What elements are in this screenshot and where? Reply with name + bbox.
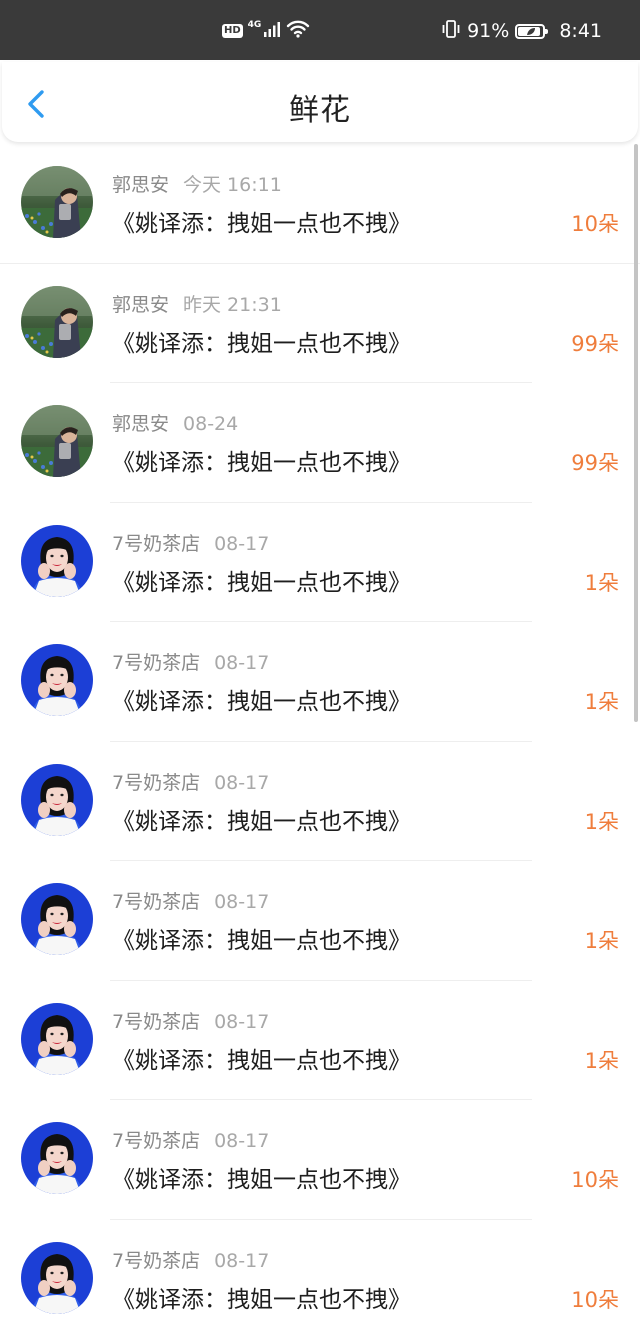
sender-name: 7号奶茶店 xyxy=(112,532,201,555)
clock: 8:41 xyxy=(559,20,602,42)
status-right-icons: 91% 8:41 xyxy=(441,18,602,44)
scrollbar[interactable] xyxy=(634,144,638,722)
list-item[interactable]: 7号奶茶店 08-17 《姚译添：拽姐一点也不拽》 1朵 xyxy=(0,742,640,861)
list-item[interactable]: 7号奶茶店 08-17 《姚译添：拽姐一点也不拽》 1朵 xyxy=(0,503,640,622)
avatar-portrait[interactable] xyxy=(21,763,93,836)
vibrate-icon xyxy=(441,19,461,44)
item-time: 08-24 xyxy=(183,413,239,435)
item-message: 《姚译添：拽姐一点也不拽》 xyxy=(112,569,411,596)
item-time: 08-17 xyxy=(214,532,270,555)
item-meta: 7号奶茶店 08-17 xyxy=(112,1007,269,1034)
item-message: 《姚译添：拽姐一点也不拽》 xyxy=(112,1286,411,1313)
item-meta: 郭思安 今天 16:11 xyxy=(112,170,282,197)
item-meta: 7号奶茶店 08-17 xyxy=(112,1246,269,1273)
flower-count: 10朵 xyxy=(571,1287,619,1312)
item-meta: 郭思安 08-24 xyxy=(112,409,238,436)
list-item[interactable]: 7号奶茶店 08-17 《姚译添：拽姐一点也不拽》 1朵 xyxy=(0,981,640,1100)
item-message: 《姚译添：拽姐一点也不拽》 xyxy=(112,1047,411,1074)
flower-count: 10朵 xyxy=(571,212,619,236)
page-title: 鲜花 xyxy=(289,93,351,128)
sender-name: 郭思安 xyxy=(112,413,170,435)
avatar-portrait[interactable] xyxy=(21,524,93,597)
avatar-portrait[interactable] xyxy=(21,1002,93,1075)
leaf-icon xyxy=(527,27,536,35)
item-message: 《姚译添：拽姐一点也不拽》 xyxy=(112,1167,411,1193)
flower-record-list: 郭思安 今天 16:11 《姚译添：拽姐一点也不拽》 10朵 郭思安 昨天 21:3… xyxy=(0,144,640,1320)
item-meta: 郭思安 昨天 21:31 xyxy=(112,290,282,317)
item-meta: 7号奶茶店 08-17 xyxy=(112,1126,269,1153)
avatar-landscape[interactable] xyxy=(21,285,93,358)
item-message: 《姚译添：拽姐一点也不拽》 xyxy=(112,330,411,357)
flower-count: 1朵 xyxy=(584,809,619,834)
avatar-landscape[interactable] xyxy=(21,405,93,477)
flower-count: 1朵 xyxy=(584,690,619,714)
list-item[interactable]: 7号奶茶店 08-17 《姚译添：拽姐一点也不拽》 10朵 xyxy=(0,1220,640,1320)
page-header: 鲜花 xyxy=(2,62,638,142)
list-item[interactable]: 郭思安 08-24 《姚译添：拽姐一点也不拽》 99朵 xyxy=(0,383,640,503)
avatar-portrait[interactable] xyxy=(21,1122,93,1194)
list-item[interactable]: 7号奶茶店 08-17 《姚译添：拽姐一点也不拽》 1朵 xyxy=(0,861,640,981)
item-time: 今天 16:11 xyxy=(183,174,282,196)
item-meta: 7号奶茶店 08-17 xyxy=(112,768,269,795)
battery-icon xyxy=(515,23,549,39)
sender-name: 7号奶茶店 xyxy=(112,771,201,794)
item-time: 08-17 xyxy=(214,1010,270,1033)
flower-count: 1朵 xyxy=(584,1048,619,1073)
status-bar: HD 4G 91% 8:41 xyxy=(0,0,640,60)
flower-count: 1朵 xyxy=(584,929,619,953)
item-time: 08-17 xyxy=(214,652,270,674)
item-message: 《姚译添：拽姐一点也不拽》 xyxy=(112,928,411,954)
flower-count: 99朵 xyxy=(571,451,619,475)
item-time: 08-17 xyxy=(214,1249,270,1272)
sender-name: 7号奶茶店 xyxy=(112,1249,201,1272)
item-meta: 7号奶茶店 08-17 xyxy=(112,529,269,556)
item-message: 《姚译添：拽姐一点也不拽》 xyxy=(112,211,411,237)
item-time: 08-17 xyxy=(214,1130,270,1152)
wifi-icon xyxy=(286,20,310,42)
flower-count: 10朵 xyxy=(571,1168,619,1192)
item-message: 《姚译添：拽姐一点也不拽》 xyxy=(112,450,411,476)
status-left-icons: HD 4G xyxy=(222,18,310,44)
signal-icon xyxy=(263,21,281,41)
item-meta: 7号奶茶店 08-17 xyxy=(112,887,269,914)
battery-percent: 91% xyxy=(467,20,510,42)
list-item[interactable]: 郭思安 今天 16:11 《姚译添：拽姐一点也不拽》 10朵 xyxy=(0,144,640,264)
list-item[interactable]: 郭思安 昨天 21:31 《姚译添：拽姐一点也不拽》 99朵 xyxy=(0,264,640,383)
avatar-portrait[interactable] xyxy=(21,644,93,716)
avatar-portrait[interactable] xyxy=(21,883,93,955)
flower-count: 99朵 xyxy=(571,331,619,356)
sender-name: 7号奶茶店 xyxy=(112,1130,201,1152)
sender-name: 7号奶茶店 xyxy=(112,891,201,913)
item-message: 《姚译添：拽姐一点也不拽》 xyxy=(112,689,411,715)
item-time: 08-17 xyxy=(214,891,270,913)
avatar-landscape[interactable] xyxy=(21,166,93,238)
item-meta: 7号奶茶店 08-17 xyxy=(112,648,269,675)
list-item[interactable]: 7号奶茶店 08-17 《姚译添：拽姐一点也不拽》 1朵 xyxy=(0,622,640,742)
sender-name: 7号奶茶店 xyxy=(112,1010,201,1033)
item-time: 08-17 xyxy=(214,771,270,794)
sender-name: 郭思安 xyxy=(112,293,170,316)
hd-icon: HD xyxy=(222,24,243,38)
item-message: 《姚译添：拽姐一点也不拽》 xyxy=(112,808,411,835)
sender-name: 郭思安 xyxy=(112,174,170,196)
sender-name: 7号奶茶店 xyxy=(112,652,201,674)
flower-count: 1朵 xyxy=(584,570,619,595)
list-item[interactable]: 7号奶茶店 08-17 《姚译添：拽姐一点也不拽》 10朵 xyxy=(0,1100,640,1220)
item-time: 昨天 21:31 xyxy=(183,293,282,316)
avatar-portrait[interactable] xyxy=(21,1241,93,1314)
network-type-label: 4G xyxy=(247,20,262,30)
